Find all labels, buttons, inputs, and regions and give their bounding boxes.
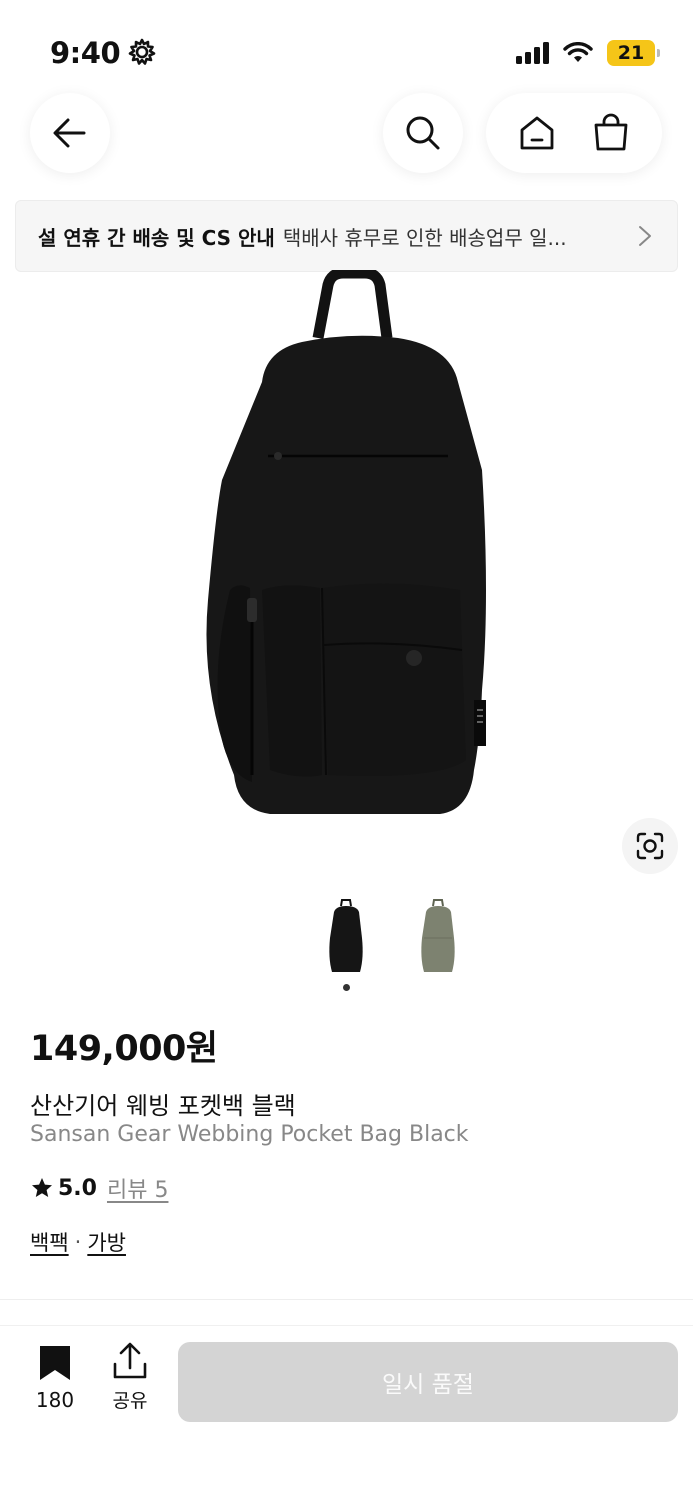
category-breadcrumb: 백팩 · 가방 [30, 1227, 126, 1257]
thumbnail-olive[interactable] [418, 898, 458, 976]
status-bar: 9:40 21 [0, 0, 693, 100]
search-icon [406, 116, 440, 150]
home-button[interactable] [507, 103, 567, 163]
rating-value: 5.0 [58, 1175, 97, 1201]
shopping-bag-icon [594, 113, 628, 151]
section-divider [0, 1299, 693, 1300]
thumbnail-black[interactable] [326, 898, 366, 976]
review-link[interactable]: 리뷰 5 [107, 1172, 168, 1204]
notice-banner[interactable]: 설 연휴 간 배송 및 CS 안내 택배사 휴무로 인한 배송업무 일... [15, 200, 678, 272]
product-name-en: Sansan Gear Webbing Pocket Bag Black [30, 1122, 469, 1147]
carousel-indicator [343, 984, 350, 991]
star-icon [32, 1178, 52, 1197]
share-label: 공유 [112, 1390, 148, 1412]
home-cart-group [486, 93, 662, 173]
lens-icon [636, 832, 664, 860]
chevron-right-icon [639, 226, 651, 246]
thumbnail-strip [0, 898, 693, 980]
home-icon [520, 116, 554, 150]
product-price: 149,000원 [30, 1029, 218, 1069]
product-name-ko: 산산기어 웨빙 포켓백 블랙 [30, 1092, 296, 1120]
battery-indicator: 21 [607, 40, 660, 66]
rating-row: 5.0 리뷰 5 [30, 1172, 168, 1204]
visual-search-button[interactable] [622, 818, 678, 874]
gear-icon [128, 38, 156, 65]
category-separator: · [74, 1230, 82, 1254]
bookmark-button[interactable]: 180 [30, 1344, 80, 1412]
share-button[interactable]: 공유 [105, 1342, 155, 1413]
bookmark-icon [40, 1346, 70, 1380]
soldout-button[interactable]: 일시 품절 [178, 1342, 678, 1422]
share-icon [113, 1342, 147, 1379]
bookmark-count: 180 [35, 1388, 75, 1412]
notice-title: 설 연휴 간 배송 및 CS 안내 [38, 225, 275, 250]
status-time: 9:40 [50, 36, 121, 70]
notice-text: 택배사 휴무로 인한 배송업무 일... [282, 225, 567, 250]
cart-button[interactable] [581, 103, 641, 163]
product-image[interactable] [190, 270, 510, 830]
search-button[interactable] [383, 93, 463, 173]
category-link-backpack[interactable]: 백팩 [30, 1227, 69, 1257]
arrow-left-icon [53, 118, 86, 148]
status-indicators: 21 [516, 40, 660, 66]
back-button[interactable] [30, 93, 110, 173]
bottom-action-bar: 180 공유 일시 품절 [0, 1325, 693, 1500]
category-link-bag[interactable]: 가방 [87, 1227, 126, 1257]
cellular-signal-icon [516, 42, 549, 64]
wifi-icon [563, 42, 593, 62]
